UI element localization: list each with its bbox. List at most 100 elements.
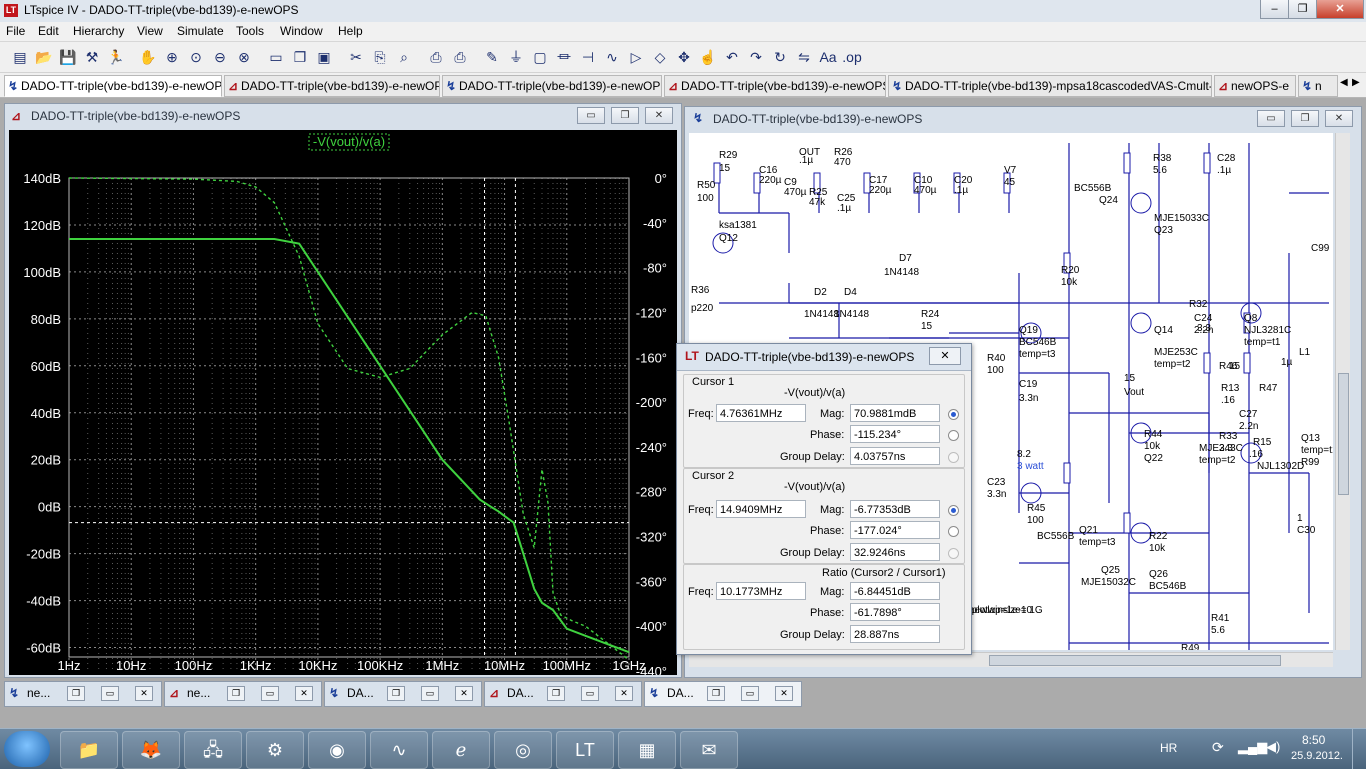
- close-icon[interactable]: ✕: [615, 686, 633, 701]
- cursor1-phase-field[interactable]: -115.234°: [850, 425, 940, 443]
- restore-icon[interactable]: ❐: [227, 686, 245, 701]
- tab-waveform-2[interactable]: ⊿ DADO-TT-triple(vbe-bd139)-e-newOPS-f: [664, 75, 886, 97]
- notepad-icon[interactable]: ▦: [618, 731, 676, 769]
- cursor2-phase-field[interactable]: -177.024°: [850, 521, 940, 539]
- clock-time[interactable]: 8:50: [1302, 733, 1325, 747]
- maximize-icon[interactable]: ▭: [261, 686, 279, 701]
- plot-restore-button[interactable]: ❐: [611, 107, 639, 124]
- cursor1-mag-radio[interactable]: [948, 409, 959, 420]
- hscroll-thumb[interactable]: [989, 655, 1281, 666]
- ground-icon[interactable]: ⏚: [506, 47, 526, 67]
- menu-tools[interactable]: Tools: [236, 24, 264, 38]
- wire-icon[interactable]: ✎: [482, 47, 502, 67]
- ratio-phase-field[interactable]: -61.7898°: [850, 603, 940, 621]
- close-button[interactable]: ✕: [1316, 0, 1364, 19]
- undo-icon[interactable]: ↶: [722, 47, 742, 67]
- text-icon[interactable]: Aa: [818, 47, 838, 67]
- cascade-icon[interactable]: ❐: [290, 47, 310, 67]
- tab-waveform-1[interactable]: ⊿ DADO-TT-triple(vbe-bd139)-e-newOPS: [224, 75, 440, 97]
- menu-file[interactable]: File: [6, 24, 25, 38]
- resistor-icon[interactable]: ⏛: [554, 47, 574, 67]
- close-icon[interactable]: ✕: [775, 686, 793, 701]
- schematic-close-button[interactable]: ✕: [1325, 110, 1353, 127]
- inductor-icon[interactable]: ∿: [602, 47, 622, 67]
- ratio-gd-field[interactable]: 28.887ns: [850, 625, 940, 643]
- network-icon[interactable]: 🖧: [184, 731, 242, 769]
- menu-help[interactable]: Help: [338, 24, 363, 38]
- menu-hierarchy[interactable]: Hierarchy: [73, 24, 124, 38]
- minimized-window-5[interactable]: ↯ DA... ❐ ▭ ✕: [644, 681, 802, 707]
- network-signal-icon[interactable]: ▂▄▆: [1238, 739, 1267, 755]
- tab-schematic-4[interactable]: ↯ n: [1298, 75, 1338, 97]
- restore-icon[interactable]: ❐: [707, 686, 725, 701]
- menu-view[interactable]: View: [137, 24, 163, 38]
- tab-schematic-2[interactable]: ↯ DADO-TT-triple(vbe-bd139)-e-newOPS-f: [442, 75, 662, 97]
- cursor-dialog-close-button[interactable]: ✕: [929, 347, 961, 365]
- find-icon[interactable]: ⌕: [394, 47, 414, 67]
- cursor2-freq-field[interactable]: 14.9409MHz: [716, 500, 806, 518]
- menu-edit[interactable]: Edit: [38, 24, 59, 38]
- show-desktop-button[interactable]: [1352, 729, 1366, 769]
- restore-icon[interactable]: ❐: [387, 686, 405, 701]
- capacitor-icon[interactable]: ⊣: [578, 47, 598, 67]
- label-icon[interactable]: ▢: [530, 47, 550, 67]
- tab-scroll-right-button[interactable]: ▶: [1352, 77, 1362, 93]
- ltspice-icon[interactable]: LT: [556, 731, 614, 769]
- tool-icon[interactable]: ⚙: [246, 731, 304, 769]
- cursor2-mag-radio[interactable]: [948, 505, 959, 516]
- explorer-icon[interactable]: 📁: [60, 731, 118, 769]
- control-panel-icon[interactable]: ⚒: [82, 47, 102, 67]
- cursor2-gd-field[interactable]: 32.9246ns: [850, 543, 940, 561]
- spice-directive-icon[interactable]: .op: [842, 47, 862, 67]
- minimized-window-3[interactable]: ↯ DA... ❐ ▭ ✕: [324, 681, 482, 707]
- start-button[interactable]: [4, 731, 50, 767]
- schematic-minimize-button[interactable]: ▭: [1257, 110, 1285, 127]
- new-schematic-icon[interactable]: ▤: [10, 47, 30, 67]
- cursor1-mag-field[interactable]: 70.9881mdB: [850, 404, 940, 422]
- minimized-window-4[interactable]: ⊿ DA... ❐ ▭ ✕: [484, 681, 642, 707]
- schematic-vscrollbar[interactable]: [1335, 133, 1350, 650]
- volume-icon[interactable]: ◀): [1266, 739, 1280, 755]
- rotate-icon[interactable]: ↻: [770, 47, 790, 67]
- zoom-out-icon[interactable]: ⊖: [210, 47, 230, 67]
- run-icon[interactable]: 🏃: [106, 47, 126, 67]
- ie-icon[interactable]: ℯ: [432, 731, 490, 769]
- minimize-button[interactable]: –: [1260, 0, 1289, 19]
- tab-scroll-left-button[interactable]: ◀: [1340, 77, 1350, 93]
- bode-plot[interactable]: -V(vout)/v(a) 140dB 120dB 100dB 80dB 60dB 40dB…: [9, 130, 677, 679]
- minimized-window-2[interactable]: ⊿ ne... ❐ ▭ ✕: [164, 681, 322, 707]
- close-icon[interactable]: ✕: [455, 686, 473, 701]
- cursor1-gd-field[interactable]: 4.03757ns: [850, 447, 940, 465]
- redo-icon[interactable]: ↷: [746, 47, 766, 67]
- cut-icon[interactable]: ✂: [346, 47, 366, 67]
- editor-icon[interactable]: ✉: [680, 731, 738, 769]
- media-icon[interactable]: ◎: [494, 731, 552, 769]
- menu-simulate[interactable]: Simulate: [177, 24, 224, 38]
- firefox-icon[interactable]: 🦊: [122, 731, 180, 769]
- tray-sync-icon[interactable]: ⟳: [1212, 739, 1224, 756]
- print-icon[interactable]: ⎙: [450, 47, 470, 67]
- restore-icon[interactable]: ❐: [67, 686, 85, 701]
- tile-horizontal-icon[interactable]: ▭: [266, 47, 286, 67]
- oscilloscope-icon[interactable]: ∿: [370, 731, 428, 769]
- maximize-icon[interactable]: ▭: [101, 686, 119, 701]
- tab-schematic-3[interactable]: ↯ DADO-TT-triple(vbe-bd139)-mpsa18cascode…: [888, 75, 1212, 97]
- cursor1-gd-radio[interactable]: [948, 452, 959, 463]
- maximize-icon[interactable]: ▭: [581, 686, 599, 701]
- restore-icon[interactable]: ❐: [547, 686, 565, 701]
- open-icon[interactable]: 📂: [34, 47, 54, 67]
- plot-pane[interactable]: -V(vout)/v(a) 140dB 120dB 100dB 80dB 60dB 40dB…: [9, 130, 677, 679]
- close-icon[interactable]: ✕: [135, 686, 153, 701]
- tab-waveform-3[interactable]: ⊿ newOPS-e: [1214, 75, 1296, 97]
- move-icon[interactable]: ✥: [674, 47, 694, 67]
- copy-icon[interactable]: ⎘: [370, 47, 390, 67]
- menu-window[interactable]: Window: [280, 24, 323, 38]
- ratio-mag-field[interactable]: -6.84451dB: [850, 582, 940, 600]
- zoom-cancel-icon[interactable]: ⊗: [234, 47, 254, 67]
- ratio-freq-field[interactable]: 10.1773MHz: [716, 582, 806, 600]
- print-setup-icon[interactable]: ⎙: [426, 47, 446, 67]
- mirror-icon[interactable]: ⇋: [794, 47, 814, 67]
- close-window-icon[interactable]: ▣: [314, 47, 334, 67]
- zoom-pan-icon[interactable]: ⊙: [186, 47, 206, 67]
- component-icon[interactable]: ◇: [650, 47, 670, 67]
